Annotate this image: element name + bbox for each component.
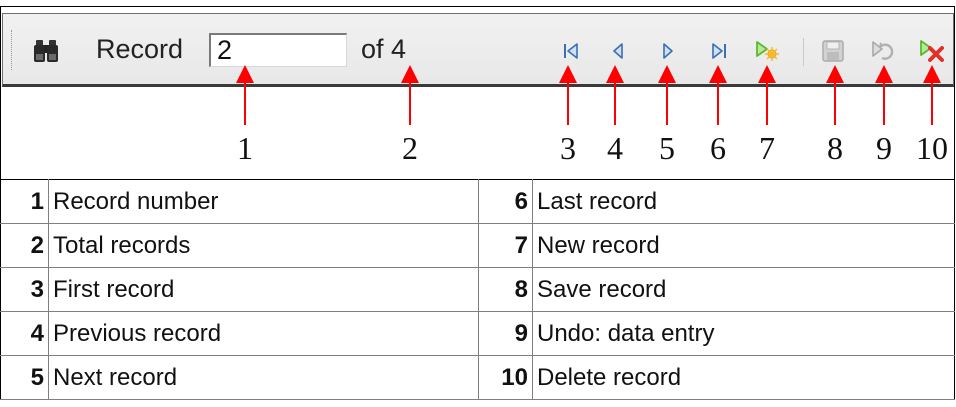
record-label: Record: [96, 34, 184, 64]
callout-number: 6: [710, 130, 726, 166]
legend-description: Record number: [48, 179, 479, 224]
first-record-button[interactable]: [556, 34, 586, 68]
callout-line: [883, 83, 885, 125]
save-record-button[interactable]: [818, 34, 848, 68]
binoculars-icon[interactable]: [33, 38, 59, 64]
legend-description: Delete record: [532, 355, 955, 400]
last-record-button[interactable]: [704, 34, 734, 68]
new-record-button[interactable]: [752, 34, 782, 68]
legend-row: 1 Record number 6 Last record: [0, 179, 955, 224]
legend-row: 2 Total records 7 New record: [0, 223, 955, 268]
next-record-button[interactable]: [653, 34, 683, 68]
legend-row: 3 First record 8 Save record: [0, 267, 955, 312]
legend-description: New record: [532, 223, 955, 268]
legend-description: Previous record: [48, 311, 479, 356]
legend-number: 3: [0, 267, 49, 312]
delete-record-icon: [920, 40, 944, 62]
legend-number: 5: [0, 355, 49, 400]
callout-number: 8: [827, 130, 843, 166]
callout-line: [766, 83, 768, 125]
callout-line: [409, 83, 411, 125]
callout-number: 3: [560, 130, 576, 166]
callout-arrowhead: [758, 65, 776, 83]
legend-description: Undo: data entry: [532, 311, 955, 356]
callout-line: [614, 83, 616, 125]
legend-number: 1: [0, 179, 49, 224]
undo-data-entry-button[interactable]: [868, 34, 898, 68]
callout-line: [717, 83, 719, 125]
legend-number: 9: [478, 311, 533, 356]
record-number-input[interactable]: [209, 33, 347, 67]
callout-arrowhead: [709, 65, 727, 83]
callout-number: 5: [659, 130, 675, 166]
callout-line: [666, 83, 668, 125]
callout-line: [931, 83, 933, 125]
delete-record-button[interactable]: [917, 34, 947, 68]
callout-arrowhead: [658, 65, 676, 83]
legend-description: Save record: [532, 267, 955, 312]
legend-description: Last record: [532, 179, 955, 224]
callout-arrowhead: [401, 65, 419, 83]
last-record-icon: [712, 43, 726, 59]
legend-number: 6: [478, 179, 533, 224]
legend-row: 5 Next record 10 Delete record: [0, 355, 955, 400]
callout-number: 9: [876, 130, 892, 166]
callout-number: 1: [237, 130, 253, 166]
callout-arrowhead: [875, 65, 893, 83]
legend-number: 2: [0, 223, 49, 268]
legend-description: First record: [48, 267, 479, 312]
callout-arrowhead: [606, 65, 624, 83]
previous-record-icon: [613, 43, 623, 59]
callout-number: 4: [607, 130, 623, 166]
callout-arrowhead: [559, 65, 577, 83]
callout-line: [244, 83, 246, 125]
legend-table: 1 Record number 6 Last record 2 Total records…: [0, 179, 955, 400]
undo-icon: [872, 41, 894, 60]
next-record-icon: [663, 43, 673, 59]
toolbar-grip[interactable]: [11, 30, 14, 70]
legend-row: 4 Previous record 9 Undo: data entry: [0, 311, 955, 356]
legend-description: Next record: [48, 355, 479, 400]
callout-number: 10: [916, 130, 948, 166]
previous-record-button[interactable]: [603, 34, 633, 68]
total-records-label: of 4: [361, 34, 407, 64]
callout-arrowhead: [923, 65, 941, 83]
new-record-icon: [756, 41, 779, 61]
legend-description: Total records: [48, 223, 479, 268]
callout-line: [567, 83, 569, 125]
legend-number: 10: [478, 355, 533, 400]
first-record-icon: [564, 43, 578, 59]
save-record-icon: [822, 40, 844, 62]
callout-number: 7: [759, 130, 775, 166]
form-navigation-toolbar: Record of 4: [2, 13, 954, 87]
legend-number: 4: [0, 311, 49, 356]
toolbar-separator: [803, 38, 804, 66]
legend-number: 7: [478, 223, 533, 268]
callout-line: [834, 83, 836, 125]
callout-arrowhead: [826, 65, 844, 83]
callout-number: 2: [402, 130, 418, 166]
navigation-toolbar-figure: Record of 4: [0, 0, 956, 407]
legend-number: 8: [478, 267, 533, 312]
callout-arrowhead: [236, 65, 254, 83]
